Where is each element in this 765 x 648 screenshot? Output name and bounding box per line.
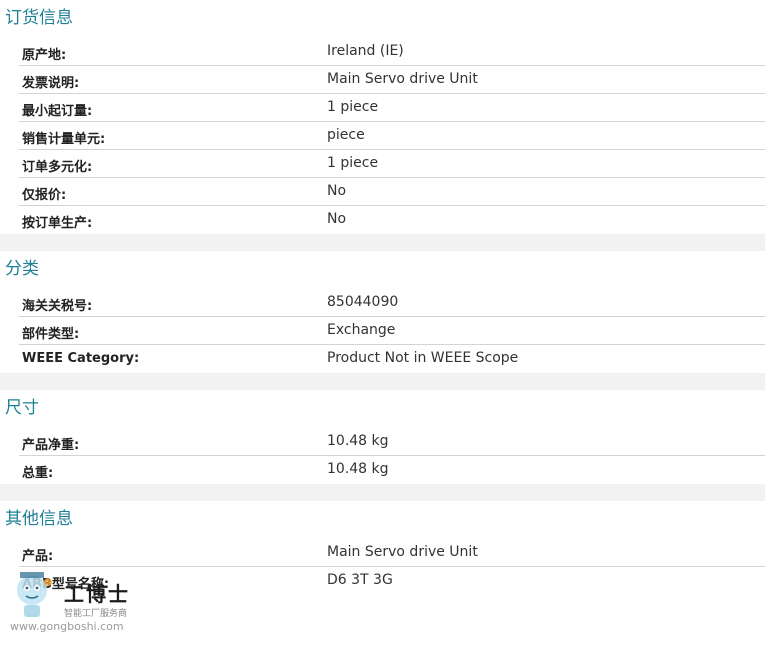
table-row: 按订单生产: No — [19, 206, 765, 234]
section-title: 分类 — [5, 259, 39, 279]
section-other-info: 其他信息 产品: Main Servo drive Unit ABB型号名称: … — [0, 501, 765, 595]
row-value: Ireland (IE) — [327, 43, 404, 59]
row-value: 10.48 kg — [327, 461, 389, 477]
table-row: 原产地: Ireland (IE) — [19, 38, 765, 66]
detail-table: 产品: Main Servo drive Unit ABB型号名称: D6 3T… — [0, 539, 765, 595]
section-title: 订货信息 — [5, 8, 73, 28]
row-value: 10.48 kg — [327, 433, 389, 449]
section-divider — [0, 484, 765, 501]
section-title: 其他信息 — [5, 509, 73, 529]
row-label: 发票说明: — [22, 76, 80, 91]
watermark-subtitle: 智能工厂服务商 — [64, 609, 128, 619]
watermark-url: www.gongboshi.com — [10, 620, 124, 633]
table-row: 仅报价: No — [19, 178, 765, 206]
row-value: 1 piece — [327, 99, 379, 115]
detail-table: 原产地: Ireland (IE) 发票说明: Main Servo drive… — [0, 38, 765, 234]
section-dimensions: 尺寸 产品净重: 10.48 kg 总重: 10.48 kg — [0, 390, 765, 484]
table-row: WEEE Category: Product Not in WEEE Scope — [19, 345, 765, 373]
table-row: 总重: 10.48 kg — [19, 456, 765, 484]
table-row: 最小起订量: 1 piece — [19, 94, 765, 122]
table-row: ABB型号名称: D6 3T 3G — [19, 567, 765, 595]
row-value: Main Servo drive Unit — [327, 544, 478, 560]
table-row: 产品: Main Servo drive Unit — [19, 539, 765, 567]
section-ordering-info: 订货信息 原产地: Ireland (IE) 发票说明: Main Servo … — [0, 0, 765, 234]
table-row: 发票说明: Main Servo drive Unit — [19, 66, 765, 94]
row-label: 产品: — [22, 549, 54, 564]
row-value: No — [327, 183, 347, 199]
row-label: 销售计量单元: — [22, 132, 106, 147]
row-label: 海关关税号: — [22, 299, 93, 314]
row-value: 1 piece — [327, 155, 379, 171]
row-label: 部件类型: — [22, 327, 80, 342]
section-classification: 分类 海关关税号: 85044090 部件类型: Exchange WEEE C… — [0, 251, 765, 373]
row-label: 仅报价: — [22, 188, 67, 203]
detail-table: 产品净重: 10.48 kg 总重: 10.48 kg — [0, 428, 765, 484]
row-value: D6 3T 3G — [327, 572, 393, 588]
table-row: 销售计量单元: piece — [19, 122, 765, 150]
table-row: 部件类型: Exchange — [19, 317, 765, 345]
section-title: 尺寸 — [5, 398, 39, 418]
row-value: 85044090 — [327, 294, 399, 310]
row-value: No — [327, 211, 347, 227]
row-label: WEEE Category: — [22, 351, 140, 366]
row-label: 总重: — [22, 466, 54, 481]
row-label: 订单多元化: — [22, 160, 93, 175]
row-value: Exchange — [327, 322, 396, 338]
row-value: Main Servo drive Unit — [327, 71, 478, 87]
row-label: ABB型号名称: — [22, 577, 110, 592]
row-label: 最小起订量: — [22, 104, 93, 119]
product-details-page: 订货信息 原产地: Ireland (IE) 发票说明: Main Servo … — [0, 0, 765, 648]
table-row: 海关关税号: 85044090 — [19, 289, 765, 317]
row-value: piece — [327, 127, 365, 143]
row-label: 产品净重: — [22, 438, 80, 453]
section-divider — [0, 234, 765, 251]
row-label: 原产地: — [22, 48, 67, 63]
table-row: 产品净重: 10.48 kg — [19, 428, 765, 456]
detail-table: 海关关税号: 85044090 部件类型: Exchange WEEE Cate… — [0, 289, 765, 373]
row-value: Product Not in WEEE Scope — [327, 350, 519, 366]
row-label: 按订单生产: — [22, 216, 93, 231]
section-divider — [0, 373, 765, 390]
table-row: 订单多元化: 1 piece — [19, 150, 765, 178]
